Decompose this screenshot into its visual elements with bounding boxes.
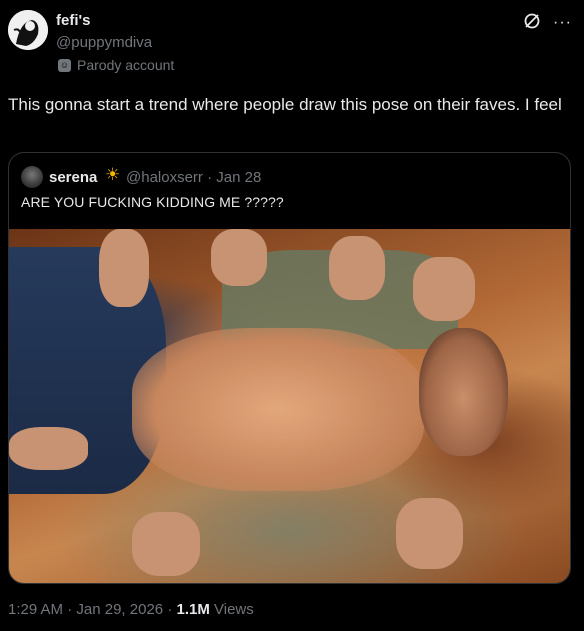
quoted-author-avatar[interactable]: [21, 166, 43, 188]
quoted-date[interactable]: Jan 28: [216, 169, 261, 186]
photo-hand: [132, 512, 200, 576]
photo-hand: [9, 427, 88, 470]
sun-emoji-icon: ☀: [105, 165, 121, 184]
footer-separator: ·: [167, 601, 173, 618]
views-count[interactable]: 1.1M: [176, 601, 209, 618]
photo-hand: [210, 229, 268, 286]
quoted-separator: ·: [207, 169, 213, 186]
author-handle[interactable]: @puppymdiva: [56, 34, 152, 51]
tweet-footer: 1:29 AM · Jan 29, 2026 · 1.1M Views: [8, 601, 254, 618]
views-label: Views: [214, 601, 254, 618]
tweet-text: This gonna start a trend where people dr…: [8, 95, 562, 114]
quoted-meta: @haloxserr · Jan 28: [126, 169, 261, 186]
tweet-date[interactable]: Jan 29, 2026: [76, 601, 163, 618]
parody-label: ☺ Parody account: [58, 57, 174, 73]
photo-hand: [396, 498, 464, 569]
photo-head-region: [418, 328, 509, 456]
author-display-name[interactable]: fefi's: [56, 12, 90, 29]
parody-label-text: Parody account: [77, 57, 175, 73]
avatar-illustration: [8, 10, 48, 50]
quoted-author-handle[interactable]: @haloxserr: [126, 169, 203, 186]
tweet-time[interactable]: 1:29 AM: [8, 601, 63, 618]
quoted-text: ARE YOU FUCKING KIDDING ME ?????: [21, 194, 284, 210]
tweet-top-actions: ···: [523, 12, 572, 33]
photo-hand: [412, 257, 475, 322]
author-avatar[interactable]: [8, 10, 48, 50]
quoted-author-name[interactable]: serena: [49, 169, 97, 186]
parody-mask-icon: ☺: [58, 58, 71, 72]
grok-icon[interactable]: [523, 12, 541, 33]
more-icon[interactable]: ···: [553, 14, 572, 32]
quoted-media-image[interactable]: [9, 229, 570, 583]
footer-separator: ·: [67, 601, 73, 618]
photo-hand: [328, 236, 385, 300]
photo-hand: [98, 229, 150, 307]
photo-torso-region: [132, 328, 425, 491]
quoted-tweet[interactable]: serena ☀ @haloxserr · Jan 28 ARE YOU FUC…: [8, 152, 571, 584]
